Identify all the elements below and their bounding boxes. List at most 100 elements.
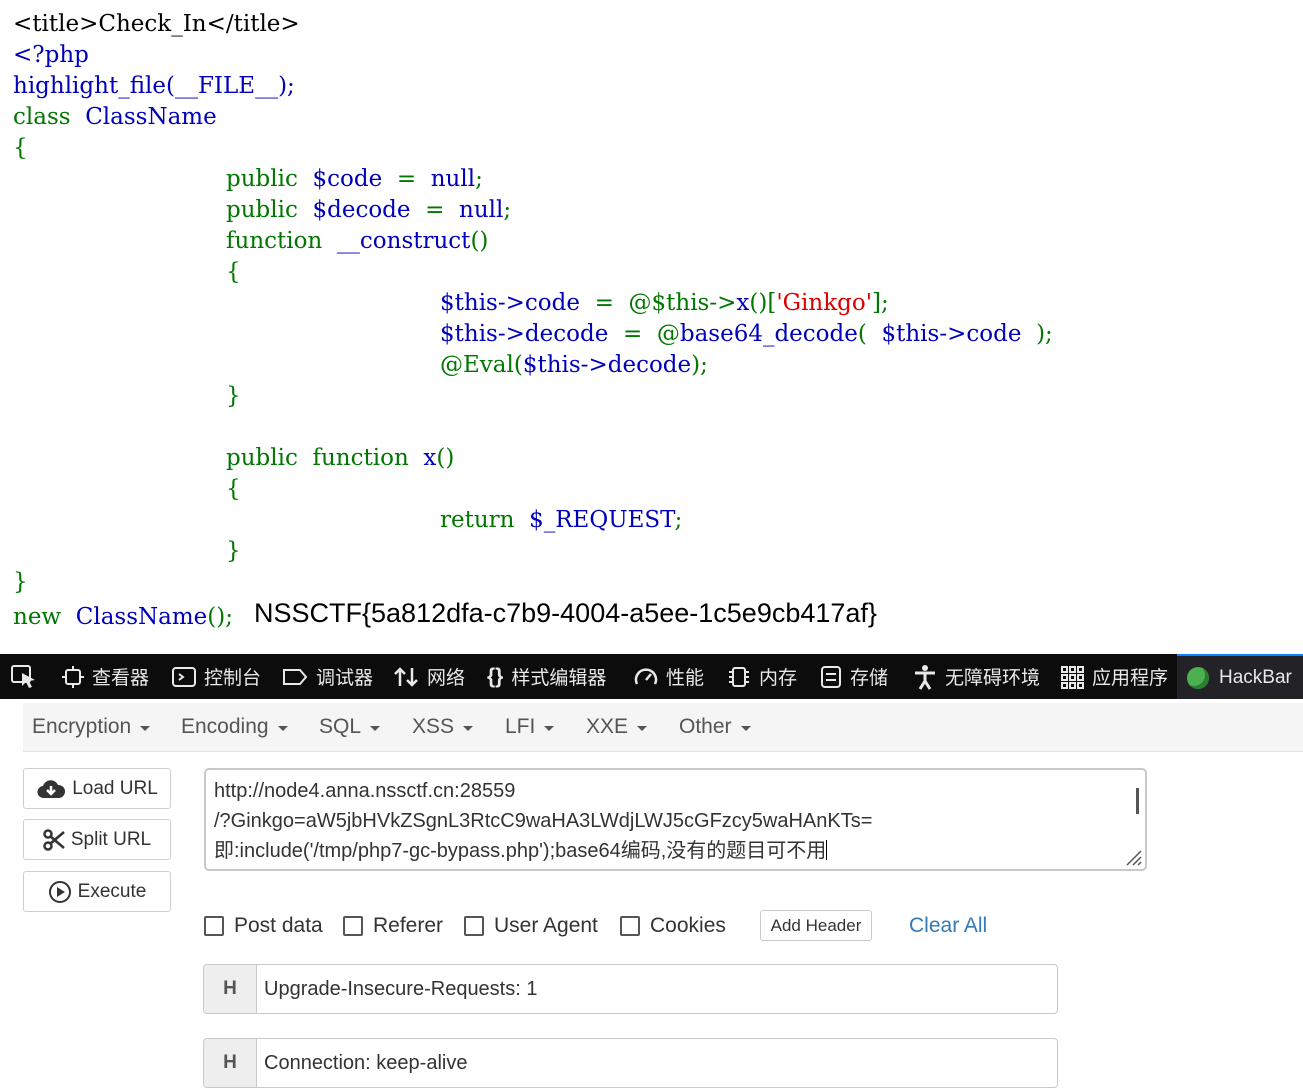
code-line: highlight_file(__FILE__); (13, 71, 295, 102)
tab-inspector-label: 查看器 (92, 668, 150, 689)
caret-down-icon (740, 725, 751, 731)
url-textarea[interactable]: http://node4.anna.nssctf.cn:28559 /?Gink… (204, 768, 1147, 871)
php-source-view: <title>Check_In</title> <?php highlight_… (0, 0, 1303, 650)
code-func-name: __construct (336, 228, 471, 254)
menu-other[interactable]: Other (679, 703, 751, 751)
load-url-button[interactable]: Load URL (23, 768, 171, 809)
code-var: $_REQUEST (529, 507, 675, 533)
element-picker-button[interactable] (10, 654, 46, 699)
tab-style-editor-label: 样式编辑器 (511, 668, 607, 689)
hackbar-logo-icon (1187, 666, 1209, 689)
code-value: null (459, 197, 504, 223)
code-var: $this-> (440, 290, 525, 316)
tab-style-editor[interactable]: {} 样式编辑器 (487, 654, 606, 699)
code-line: public function x() (226, 443, 454, 474)
code-var: code (524, 290, 580, 316)
devtools-toolbar: 查看器 控制台 调试器 网络 {} 样式编辑器 性能 内存 存储 无障碍环境 应… (0, 651, 1303, 699)
referer-checkbox[interactable]: Referer (343, 912, 443, 940)
tab-performance[interactable]: 性能 (634, 654, 704, 699)
code-op: ( (857, 321, 867, 347)
tab-network-label: 网络 (427, 668, 466, 689)
code-op: = (622, 321, 643, 347)
split-url-button[interactable]: Split URL (23, 819, 171, 860)
inspector-icon (62, 665, 84, 688)
code-keyword: class (13, 104, 71, 130)
code-line: } (226, 383, 241, 409)
tab-inspector[interactable]: 查看器 (62, 654, 149, 699)
menu-label: Encoding (181, 715, 269, 738)
code-line: } (13, 569, 28, 595)
code-line: { (226, 476, 241, 502)
textarea-scrollbar[interactable] (1136, 788, 1139, 814)
caret-down-icon (277, 725, 288, 731)
tab-console[interactable]: 控制台 (172, 654, 261, 699)
url-line: http://node4.anna.nssctf.cn:28559 (214, 780, 516, 802)
code-var: $this-> (881, 321, 967, 347)
code-var: code (966, 321, 1022, 347)
tab-application[interactable]: 应用程序 (1060, 654, 1168, 699)
menu-xxe[interactable]: XXE (586, 703, 648, 751)
code-var: $this-> (522, 352, 608, 378)
header-row-input[interactable]: Connection: keep-alive (264, 1039, 467, 1087)
code-op: () (436, 445, 455, 471)
code-op: () (470, 228, 489, 254)
menu-encoding[interactable]: Encoding (181, 703, 288, 751)
split-url-label: Split URL (70, 828, 152, 850)
code-line: { (13, 135, 28, 161)
code-op: (); (207, 604, 233, 630)
code-var: $decode (312, 197, 411, 223)
tab-accessibility-label: 无障碍环境 (945, 668, 1041, 689)
tab-memory[interactable]: 内存 (727, 654, 797, 699)
tab-debugger[interactable]: 调试器 (282, 654, 373, 699)
text-cursor (826, 840, 828, 860)
caret-down-icon (140, 725, 151, 731)
tab-hackbar-label: HackBar (1219, 666, 1292, 688)
code-line: public $decode = null; (226, 195, 511, 226)
referer-label: Referer (373, 914, 444, 937)
code-keyword: new (13, 604, 62, 630)
post-data-label: Post data (234, 914, 323, 937)
menu-encryption[interactable]: Encryption (32, 703, 151, 751)
storage-icon (821, 665, 841, 688)
post-data-checkbox[interactable]: Post data (204, 912, 323, 940)
add-header-button[interactable]: Add Header (760, 910, 872, 941)
accessibility-icon (915, 664, 935, 690)
menu-sql[interactable]: SQL (319, 703, 381, 751)
code-line: } (226, 538, 241, 564)
header-row-input[interactable]: Upgrade-Insecure-Requests: 1 (264, 965, 537, 1013)
code-op: ; (475, 166, 483, 192)
menu-label: LFI (505, 715, 536, 738)
tab-storage[interactable]: 存储 (820, 654, 888, 699)
cloud-download-icon (37, 779, 66, 798)
clear-all-link[interactable]: Clear All (909, 912, 987, 940)
code-var: $code (312, 166, 383, 192)
network-icon (394, 666, 418, 687)
tab-storage-label: 存储 (850, 668, 889, 689)
cookies-checkbox[interactable]: Cookies (620, 912, 726, 940)
code-class-name: ClassName (85, 104, 217, 130)
tab-accessibility[interactable]: 无障碍环境 (913, 654, 1040, 699)
code-op: @ (656, 321, 680, 347)
menu-label: XSS (412, 715, 455, 738)
user-agent-checkbox[interactable]: User Agent (464, 912, 598, 940)
menu-lfi[interactable]: LFI (505, 703, 555, 751)
menu-label: XXE (586, 715, 629, 738)
code-keyword: public (226, 197, 298, 223)
tab-network[interactable]: 网络 (393, 654, 465, 699)
code-line: $this->decode = @base64_decode( $this->c… (440, 319, 1053, 350)
header-row-label: H (204, 965, 257, 1013)
tab-hackbar[interactable]: HackBar (1177, 654, 1303, 699)
execute-button[interactable]: Execute (23, 871, 171, 912)
menu-xss[interactable]: XSS (412, 703, 474, 751)
code-line: <?php (13, 40, 89, 71)
flag-output: NSSCTF{5a812dfa-c7b9-4004-a5ee-1c5e9cb41… (254, 598, 877, 628)
hackbar-menu: Encryption Encoding SQL XSS LFI XXE Othe… (23, 703, 1303, 752)
resize-handle-icon[interactable] (1123, 847, 1143, 867)
tab-performance-label: 性能 (666, 668, 705, 689)
code-keyword: return (440, 507, 515, 533)
play-circle-icon (48, 880, 71, 903)
code-line: $this->code = @$this->x()['Ginkgo']; (440, 288, 889, 319)
code-keyword: function (226, 228, 323, 254)
memory-icon (729, 666, 749, 687)
code-op: ; (674, 507, 683, 533)
